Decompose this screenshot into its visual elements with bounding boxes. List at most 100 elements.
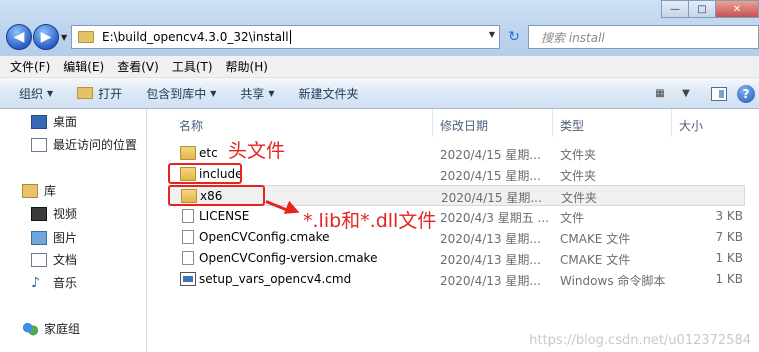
file-type: 文件 <box>560 211 585 225</box>
sidebar-item-label: 图片 <box>53 231 78 245</box>
recent-pages-dropdown-icon[interactable]: ▼ <box>61 33 67 42</box>
sidebar-item-label: 文档 <box>53 253 78 267</box>
file-row-opencvconfig[interactable]: OpenCVConfig.cmake 2020/4/13 星期... CMAKE… <box>168 227 745 248</box>
sidebar-item-label: 桌面 <box>53 115 78 129</box>
column-divider[interactable] <box>671 109 672 137</box>
sidebar-item-music[interactable]: ♪ 音乐 <box>31 274 77 291</box>
file-name: OpenCVConfig-version.cmake <box>199 251 378 265</box>
sidebar-item-label: 视频 <box>53 207 78 221</box>
file-date: 2020/4/3 星期五 ... <box>440 211 549 225</box>
menu-file[interactable]: 文件(F) <box>10 58 50 75</box>
file-size: 3 KB <box>715 209 743 223</box>
forward-arrow-icon: ▶ <box>40 29 52 45</box>
sidebar-item-recent-places[interactable]: 最近访问的位置 <box>31 136 137 153</box>
file-date: 2020/4/15 星期... <box>441 191 542 205</box>
library-icon <box>22 183 38 198</box>
preview-pane-icon[interactable] <box>711 86 727 101</box>
sidebar-item-documents[interactable]: 文档 <box>31 251 77 268</box>
back-arrow-icon: ◀ <box>13 29 25 45</box>
column-header-type[interactable]: 类型 <box>560 113 584 137</box>
file-row-license[interactable]: LICENSE 2020/4/3 星期五 ... 文件 3 KB <box>168 206 745 227</box>
sidebar-item-videos[interactable]: 视频 <box>31 205 77 222</box>
file-date: 2020/4/15 星期... <box>440 148 541 162</box>
toolbar-right: ▦ ▼ ? <box>649 78 759 109</box>
share-button[interactable]: 共享 ▼ <box>240 85 274 102</box>
maximize-button[interactable]: □ <box>688 0 715 18</box>
sidebar-item-homegroup[interactable]: 家庭组 <box>22 320 80 337</box>
sidebar-item-label: 最近访问的位置 <box>53 138 138 152</box>
address-path[interactable]: E:\build_opencv4.3.0_32\install <box>102 30 289 44</box>
file-name: LICENSE <box>199 209 250 223</box>
back-button[interactable]: ◀ <box>6 24 32 50</box>
address-bar[interactable]: E:\build_opencv4.3.0_32\install ▼ <box>71 25 500 49</box>
file-type: CMAKE 文件 <box>560 253 631 267</box>
file-size: 1 KB <box>715 272 743 286</box>
search-placeholder: 搜索 install <box>541 30 605 45</box>
open-button[interactable]: 打开 <box>77 85 122 102</box>
refresh-button[interactable]: ↻ <box>502 25 526 49</box>
sidebar-item-label: 家庭组 <box>44 322 81 336</box>
open-folder-icon <box>77 87 94 99</box>
column-divider[interactable] <box>432 109 433 137</box>
menu-edit[interactable]: 编辑(E) <box>63 58 104 75</box>
sidebar-item-desktop[interactable]: 桌面 <box>31 113 77 130</box>
window-controls: — □ ✕ <box>661 0 759 18</box>
menu-help[interactable]: 帮助(H) <box>226 58 268 75</box>
column-divider[interactable] <box>552 109 553 137</box>
new-folder-button[interactable]: 新建文件夹 <box>299 85 359 102</box>
sidebar-item-label: 音乐 <box>53 276 78 290</box>
pictures-icon <box>31 230 47 245</box>
sidebar-item-libraries[interactable]: 库 <box>22 182 56 199</box>
column-header-date[interactable]: 修改日期 <box>440 113 488 137</box>
file-date: 2020/4/13 星期... <box>440 274 541 288</box>
file-row-setup-vars[interactable]: setup_vars_opencv4.cmd 2020/4/13 星期... W… <box>168 269 745 290</box>
address-dropdown-icon[interactable]: ▼ <box>489 30 495 39</box>
close-button[interactable]: ✕ <box>715 0 759 18</box>
menu-view[interactable]: 查看(V) <box>117 58 159 75</box>
file-name: etc <box>199 146 218 160</box>
minimize-button[interactable]: — <box>661 0 688 18</box>
menu-bar: 文件(F) 编辑(E) 查看(V) 工具(T) 帮助(H) <box>0 56 759 78</box>
file-size: 7 KB <box>715 230 743 244</box>
include-in-library-button[interactable]: 包含到库中 ▼ <box>146 85 216 102</box>
lib-dll-annotation: *.lib和*.dll文件 <box>303 210 437 232</box>
file-type: 文件夹 <box>561 191 598 205</box>
x86-highlight-box <box>168 185 265 206</box>
file-icon <box>182 230 194 244</box>
desktop-icon <box>31 114 47 129</box>
homegroup-icon <box>22 321 38 336</box>
view-options-icon[interactable]: ▦ <box>649 86 671 102</box>
organize-label: 组织 <box>19 86 44 101</box>
file-row-opencvconfig-version[interactable]: OpenCVConfig-version.cmake 2020/4/13 星期.… <box>168 248 745 269</box>
file-date: 2020/4/13 星期... <box>440 253 541 267</box>
open-label: 打开 <box>98 86 123 101</box>
column-header-label: 修改日期 <box>440 118 489 133</box>
include-in-library-label: 包含到库中 <box>146 86 207 101</box>
organize-button[interactable]: 组织 ▼ <box>19 85 53 102</box>
file-type: Windows 命令脚本 <box>560 274 666 288</box>
help-icon[interactable]: ? <box>737 84 755 103</box>
file-icon <box>182 251 194 265</box>
file-type: CMAKE 文件 <box>560 232 631 246</box>
search-input[interactable]: 搜索 install <box>528 25 759 49</box>
file-date: 2020/4/15 星期... <box>440 169 541 183</box>
share-label: 共享 <box>240 86 265 101</box>
watermark: https://blog.csdn.net/u012372584 <box>529 333 751 348</box>
view-dropdown-icon[interactable]: ▼ <box>675 86 697 102</box>
menu-tools[interactable]: 工具(T) <box>172 58 213 75</box>
column-header-name[interactable]: 名称 <box>179 113 203 137</box>
cmd-file-icon <box>180 272 196 286</box>
sidebar-item-label: 库 <box>44 184 57 198</box>
folder-icon <box>78 31 94 43</box>
chevron-down-icon: ▼ <box>210 88 217 98</box>
column-header-size[interactable]: 大小 <box>679 113 703 137</box>
file-row-include[interactable]: include 2020/4/15 星期... 文件夹 <box>168 164 745 185</box>
folder-icon <box>180 146 196 160</box>
navigation-pane: 桌面 最近访问的位置 库 视频 图片 文档 ♪ 音乐 家庭组 <box>0 109 147 352</box>
chevron-down-icon: ▼ <box>268 88 275 98</box>
sidebar-item-pictures[interactable]: 图片 <box>31 229 77 246</box>
chevron-down-icon: ▼ <box>47 88 54 98</box>
file-date: 2020/4/13 星期... <box>440 232 541 246</box>
forward-button[interactable]: ▶ <box>33 24 59 50</box>
include-highlight-box <box>168 163 242 184</box>
